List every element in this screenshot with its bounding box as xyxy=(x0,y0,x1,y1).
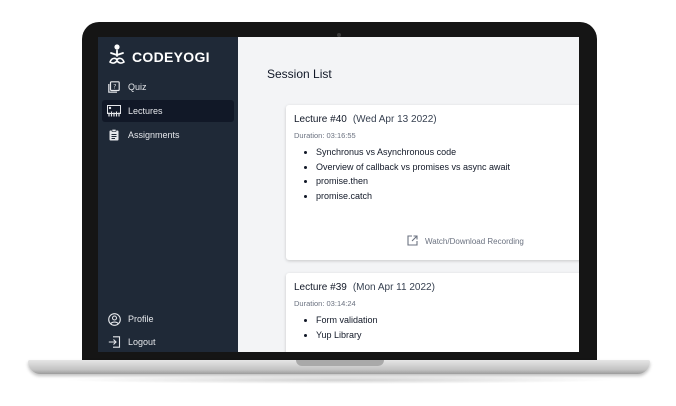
quiz-icon: ? xyxy=(107,80,121,94)
lecture-duration: Duration: 03:16:55 xyxy=(294,131,356,140)
sidebar-item-logout[interactable]: Logout xyxy=(102,331,234,352)
brand-name: CODEYOGI xyxy=(132,48,210,65)
lecture-card: Lecture #40 (Wed Apr 13 2022) Duration: 0… xyxy=(286,105,579,260)
lecture-date: (Wed Apr 13 2022) xyxy=(352,114,437,125)
session-list[interactable]: Lecture #40 (Wed Apr 13 2022) Duration: 0… xyxy=(267,93,579,352)
topic-item: promise.catch xyxy=(316,189,510,204)
lecture-heading: Lecture #39 (Mon Apr 11 2022) xyxy=(294,282,435,293)
topic-item: Synchronus vs Asynchronous code xyxy=(316,145,510,160)
watch-recording-link[interactable]: Watch/Download Recording xyxy=(407,235,524,248)
sidebar-item-label: Logout xyxy=(128,337,156,347)
clipboard-icon xyxy=(107,128,121,142)
laptop-shadow xyxy=(60,376,620,384)
sidebar-item-quiz[interactable]: ? Quiz xyxy=(102,76,234,98)
topic-item: Form validation xyxy=(316,313,378,328)
topic-item: Overview of callback vs promises vs asyn… xyxy=(316,160,510,175)
page-title: Session List xyxy=(267,67,332,81)
topic-item: Yup Library xyxy=(316,328,378,343)
screen: CODEYOGI ? Quiz Lectures Assignments Pro… xyxy=(98,37,579,352)
sidebar-item-label: Profile xyxy=(128,314,154,324)
lecture-title: Lecture #39 xyxy=(294,282,347,293)
topic-item: promise.then xyxy=(316,174,510,189)
lecture-title: Lecture #40 xyxy=(294,114,347,125)
watch-recording-label: Watch/Download Recording xyxy=(425,237,524,246)
topic-list: Synchronus vs Asynchronous code Overview… xyxy=(304,145,510,203)
lecture-date: (Mon Apr 11 2022) xyxy=(352,282,435,293)
sidebar-item-label: Lectures xyxy=(128,106,163,116)
sidebar-item-lectures[interactable]: Lectures xyxy=(102,100,234,122)
topic-list: Form validation Yup Library xyxy=(304,313,378,342)
svg-text:?: ? xyxy=(113,84,116,91)
lecture-card: Lecture #39 (Mon Apr 11 2022) Duration: 0… xyxy=(286,273,579,352)
lectures-icon xyxy=(107,104,121,118)
yoga-figure-icon xyxy=(108,43,126,70)
sidebar: CODEYOGI ? Quiz Lectures Assignments Pro… xyxy=(98,37,238,352)
lecture-heading: Lecture #40 (Wed Apr 13 2022) xyxy=(294,114,437,125)
user-circle-icon xyxy=(107,312,121,326)
sidebar-item-label: Quiz xyxy=(128,82,147,92)
main-content: Session List Lecture #40 (Wed Apr 13 2022… xyxy=(238,37,579,352)
logout-icon xyxy=(107,335,121,349)
external-link-icon xyxy=(407,235,418,248)
sidebar-item-assignments[interactable]: Assignments xyxy=(102,124,234,146)
sidebar-item-label: Assignments xyxy=(128,130,180,140)
lecture-duration: Duration: 03:14:24 xyxy=(294,299,356,308)
sidebar-item-profile[interactable]: Profile xyxy=(102,308,234,330)
brand[interactable]: CODEYOGI xyxy=(108,43,210,70)
laptop-notch xyxy=(296,360,384,366)
